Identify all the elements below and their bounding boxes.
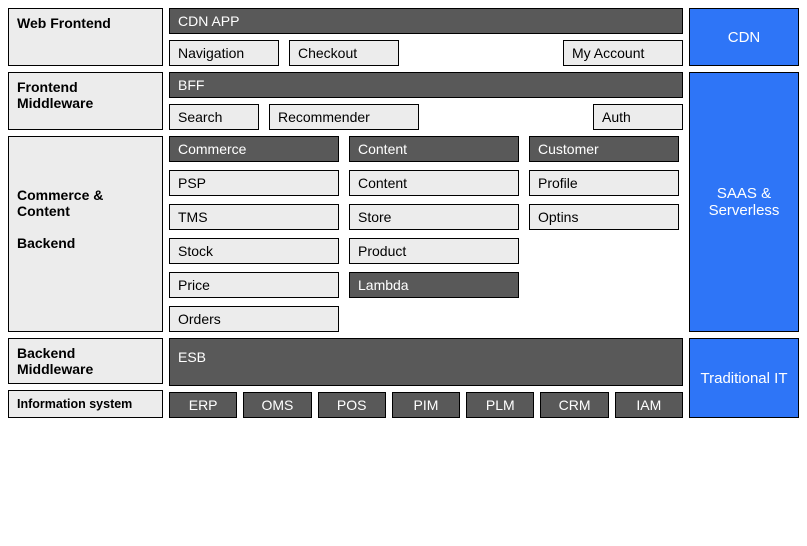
middle-frontend-middleware: BFF Search Recommender Auth (169, 72, 683, 130)
box-stock: Stock (169, 238, 339, 264)
box-checkout: Checkout (289, 40, 399, 66)
box-navigation: Navigation (169, 40, 279, 66)
box-store: Store (349, 204, 519, 230)
label-backend: Commerce & Content Backend (8, 136, 163, 332)
header-customer: Customer (529, 136, 679, 162)
box-product: Product (349, 238, 519, 264)
box-lambda: Lambda (349, 272, 519, 298)
box-iam: IAM (615, 392, 683, 418)
box-tms: TMS (169, 204, 339, 230)
box-price: Price (169, 272, 339, 298)
info-sys-row: ERP OMS POS PIM PLM CRM IAM (169, 392, 683, 418)
box-recommender: Recommender (269, 104, 419, 130)
middle-web-frontend: CDN APP Navigation Checkout My Account (169, 8, 683, 66)
header-content: Content (349, 136, 519, 162)
label-frontend-middleware: Frontend Middleware (8, 72, 163, 130)
right-cdn: CDN (689, 8, 799, 66)
col-customer: Customer Profile Optins (529, 136, 679, 332)
header-bff: BFF (169, 72, 683, 98)
label-backend-middleware: Backend Middleware (8, 338, 163, 384)
col-content: Content Content Store Product Lambda (349, 136, 519, 332)
box-plm: PLM (466, 392, 534, 418)
box-crm: CRM (540, 392, 608, 418)
label-information-system: Information system (8, 390, 163, 418)
right-saas-serverless: SAAS & Serverless (689, 72, 799, 332)
col-commerce: Commerce PSP TMS Stock Price Orders (169, 136, 339, 332)
box-oms: OMS (243, 392, 311, 418)
box-orders: Orders (169, 306, 339, 332)
middle-backend-middleware: ESB ERP OMS POS PIM PLM CRM IAM (169, 338, 683, 418)
right-traditional-it: Traditional IT (689, 338, 799, 418)
header-esb: ESB (169, 338, 683, 386)
box-my-account: My Account (563, 40, 683, 66)
box-profile: Profile (529, 170, 679, 196)
box-auth: Auth (593, 104, 683, 130)
box-content: Content (349, 170, 519, 196)
box-search: Search (169, 104, 259, 130)
header-commerce: Commerce (169, 136, 339, 162)
box-psp: PSP (169, 170, 339, 196)
label-web-frontend: Web Frontend (8, 8, 163, 66)
box-erp: ERP (169, 392, 237, 418)
box-pim: PIM (392, 392, 460, 418)
box-pos: POS (318, 392, 386, 418)
box-optins: Optins (529, 204, 679, 230)
header-cdn-app: CDN APP (169, 8, 683, 34)
architecture-diagram: Web Frontend CDN APP Navigation Checkout… (8, 8, 799, 418)
middle-backend: Commerce PSP TMS Stock Price Orders Cont… (169, 136, 683, 332)
